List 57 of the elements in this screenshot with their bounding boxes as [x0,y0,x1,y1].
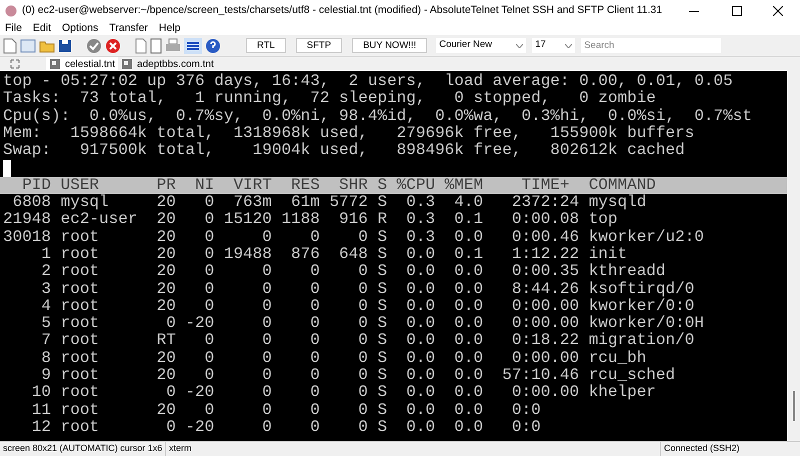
process-row-text: 8 root 20 0 0 0 0 S 0.0 0.0 0:00.00 rcu_bh [40,350,646,367]
menu-item[interactable]: Help [158,20,181,36]
menu-item[interactable]: Transfer [109,20,148,36]
terminal-line: Tasks: 73 total, 1 running, 72 sleeping, 0 stopped, 0 zombie [3,90,656,108]
maximize-icon[interactable] [732,6,742,16]
terminal-line: top - 05:27:02 up 376 days, 16:43, 2 users, load average: 0.00, 0.01, 0.05 [3,73,733,90]
column-header: PID USER PR NI VIRT RES SHR S %CPU %MEM TIME+ COMMAND [0,176,787,194]
layout-icon[interactable] [10,59,20,69]
status-text: Connected (SSH2) [660,442,800,456]
toolbar-button[interactable]: RTL [246,38,286,53]
status-text: xterm [168,442,192,456]
process-row-text: 1 root 20 0 19488 876 648 S 0.0 0.1 1:12.22 init [40,246,628,263]
blank-page-icon[interactable] [150,38,162,54]
terminal-line: Mem: 1598664k total, 1318968k used, 279696k free, 155900k buffers [3,124,694,142]
minimize-icon[interactable] [689,10,699,12]
menu-item[interactable]: File [5,20,22,36]
new-document-icon[interactable] [3,38,17,54]
document-icon[interactable] [20,38,36,52]
window-title: (0) ec2-user@webserver:~/bpence/screen_tests/charsets/utf8 - celestial.tnt (modified) - AbsoluteTelnet Telnet SSH and SFTP Client 11.31 [22,3,664,18]
terminal-line: Swap: 917500k total, 19004k used, 898496k free, 802612k cached [3,142,685,160]
scrollbar[interactable] [787,71,800,441]
process-row-text: 5 root 0 -20 0 0 0 S 0.0 0.0 0:00.00 kworker/0:0H [40,315,704,332]
size-select[interactable]: 17 [532,38,576,53]
process-row-text: 4 root 20 0 0 0 0 S 0.0 0.0 0:00.00 kworker/0:0 [40,298,694,315]
process-row-text: 7 root RT 0 0 0 0 S 0.0 0.0 0:18.22 migration/0 [40,332,694,350]
process-row-text: 2 root 20 0 0 0 0 S 0.0 0.0 0:00.35 kthreadd [40,263,666,281]
menu-item[interactable]: Edit [32,20,52,36]
tab[interactable]: adeptbbs.com.tnt [118,57,217,71]
printer-icon[interactable] [165,38,181,54]
process-row: 21948 ec2-user 20 0 15120 1188 916 R 0.3 0.1 0:00.08 top [3,211,618,229]
page-icon[interactable] [135,38,147,54]
terminal-icon [49,58,61,70]
app-icon [5,5,17,17]
process-row-text: 9 root 20 0 0 0 0 S 0.0 0.0 57:10.46 rcu_sched [40,367,676,384]
process-row-text: 10 root 0 -20 0 0 0 S 0.0 0.0 0:00.00 khelper [30,384,656,402]
process-row-text: 3 root 20 0 0 0 0 S 0.0 0.0 8:44.26 ksoftirqd/0 [40,280,694,298]
close-icon[interactable] [773,6,783,16]
check-icon[interactable] [86,38,102,54]
process-row-text: 6808 mysql 20 0 763m 61m 5772 S 0.3 4.0 2372:24 mysqld [12,194,646,212]
terminal-line: Cpu(s): 0.0%us, 0.7%sy, 0.0%ni, 98.4%id, 0.0%wa, 0.3%hi, 0.0%si, 0.7%st [3,108,752,125]
lines-icon[interactable] [186,40,200,52]
process-row: 30018 root 20 0 0 0 0 S 0.3 0.0 0:00.46 kworker/u2:0 [3,228,704,246]
status-text: screen 80x21 (AUTOMATIC) cursor 1x6 [0,442,166,456]
chevron-down-icon[interactable] [516,44,524,48]
search-field[interactable]: Search [581,38,722,53]
menu-item[interactable]: Options [62,20,98,36]
toolbar-button[interactable]: SFTP [296,38,342,53]
process-row-text: 11 root 20 0 0 0 0 S 0.0 0.0 0:0 [30,402,541,419]
help-icon[interactable] [205,38,221,54]
tab[interactable]: celestial.tnt [46,57,118,71]
process-row-text: 12 root 0 -20 0 0 0 S 0.0 0.0 0:0 [30,418,541,436]
terminal[interactable] [0,71,787,441]
cursor [3,160,11,177]
toolbar-button[interactable]: BUY NOW!!! [352,38,428,53]
font-select[interactable]: Courier New [436,38,526,53]
save-icon[interactable] [58,38,72,52]
chevron-down-icon[interactable] [565,44,572,48]
